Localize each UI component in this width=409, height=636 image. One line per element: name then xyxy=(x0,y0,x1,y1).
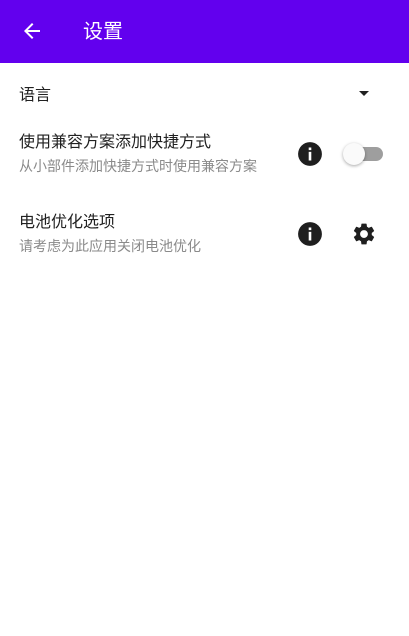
arrow-drop-down-icon xyxy=(359,91,369,96)
battery-optimization-setting: 电池优化选项 请考虑为此应用关闭电池优化 xyxy=(0,208,409,264)
compat-shortcut-subtitle: 从小部件添加快捷方式时使用兼容方案 xyxy=(19,159,257,175)
info-icon xyxy=(298,222,322,246)
battery-optimization-title: 电池优化选项 xyxy=(19,212,116,231)
compat-shortcut-info-button[interactable] xyxy=(296,140,324,168)
settings-screen: 设置 语言 使用兼容方案添加快捷方式 从小部件添加快捷方式时使用兼容方案 电池优… xyxy=(0,0,409,636)
page-title: 设置 xyxy=(83,19,123,43)
toggle-thumb xyxy=(343,143,365,165)
language-label: 语言 xyxy=(19,85,52,104)
battery-info-button[interactable] xyxy=(296,220,324,248)
arrow-back-icon xyxy=(24,23,40,39)
battery-settings-button[interactable] xyxy=(350,220,378,248)
language-dropdown-button[interactable] xyxy=(352,81,376,105)
app-bar: 设置 xyxy=(0,0,409,63)
info-icon xyxy=(298,142,322,166)
compat-shortcut-setting: 使用兼容方案添加快捷方式 从小部件添加快捷方式时使用兼容方案 xyxy=(0,128,409,202)
battery-optimization-subtitle: 请考虑为此应用关闭电池优化 xyxy=(19,239,201,255)
back-button[interactable] xyxy=(12,11,52,51)
compat-shortcut-title: 使用兼容方案添加快捷方式 xyxy=(19,132,212,151)
language-setting[interactable]: 语言 xyxy=(0,63,409,119)
compat-shortcut-toggle[interactable] xyxy=(343,142,385,166)
gear-icon xyxy=(353,223,375,245)
